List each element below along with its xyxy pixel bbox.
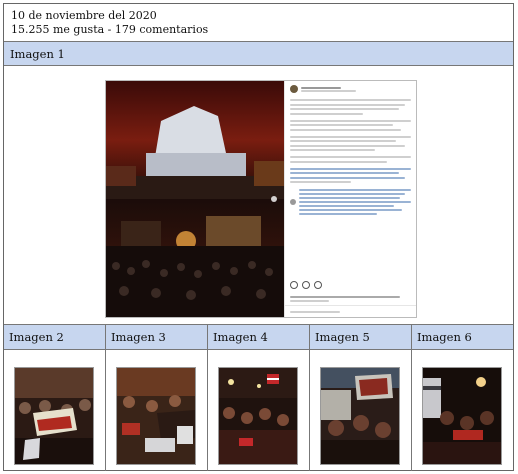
avatar <box>290 85 298 93</box>
image-1-cell <box>4 67 513 325</box>
image-6-cell <box>412 350 513 471</box>
protest-night-photo <box>106 81 284 317</box>
instagram-post-screenshot <box>105 80 417 318</box>
image-3-cell <box>106 350 208 471</box>
image-2-photo <box>14 367 94 465</box>
post-stats: 15.255 me gusta - 179 comentarios <box>11 23 209 36</box>
post-sidebar <box>284 81 416 317</box>
document-table: 10 de noviembre del 2020 15.255 me gusta… <box>3 3 514 471</box>
image-4-cell <box>208 350 310 471</box>
add-comment-field[interactable] <box>285 305 416 318</box>
image-5-cell <box>310 350 412 471</box>
image-1-label: Imagen 1 <box>4 42 513 66</box>
image-5-label: Imagen 5 <box>310 325 412 349</box>
thumbnail-labels-row: Imagen 2 Imagen 3 Imagen 4 Imagen 5 Imag… <box>4 325 513 350</box>
image-3-photo <box>116 367 196 465</box>
thumbnail-images-row <box>4 350 513 471</box>
likes-summary <box>290 293 400 305</box>
account-header <box>290 85 411 93</box>
image-4-photo <box>218 367 298 465</box>
image-2-label: Imagen 2 <box>4 325 106 349</box>
image-6-label: Imagen 6 <box>412 325 513 349</box>
image-3-label: Imagen 3 <box>106 325 208 349</box>
share-icon[interactable] <box>314 281 322 289</box>
caption-text <box>290 99 411 183</box>
post-meta: 10 de noviembre del 2020 15.255 me gusta… <box>4 4 513 42</box>
comment-icon[interactable] <box>302 281 310 289</box>
heart-icon[interactable] <box>290 281 298 289</box>
image-5-photo <box>320 367 400 465</box>
image-2-cell <box>4 350 106 471</box>
post-date: 10 de noviembre del 2020 <box>11 9 157 22</box>
comment-thread <box>290 189 411 215</box>
action-icons <box>290 281 322 289</box>
image-6-photo <box>422 367 502 465</box>
image-4-label: Imagen 4 <box>208 325 310 349</box>
